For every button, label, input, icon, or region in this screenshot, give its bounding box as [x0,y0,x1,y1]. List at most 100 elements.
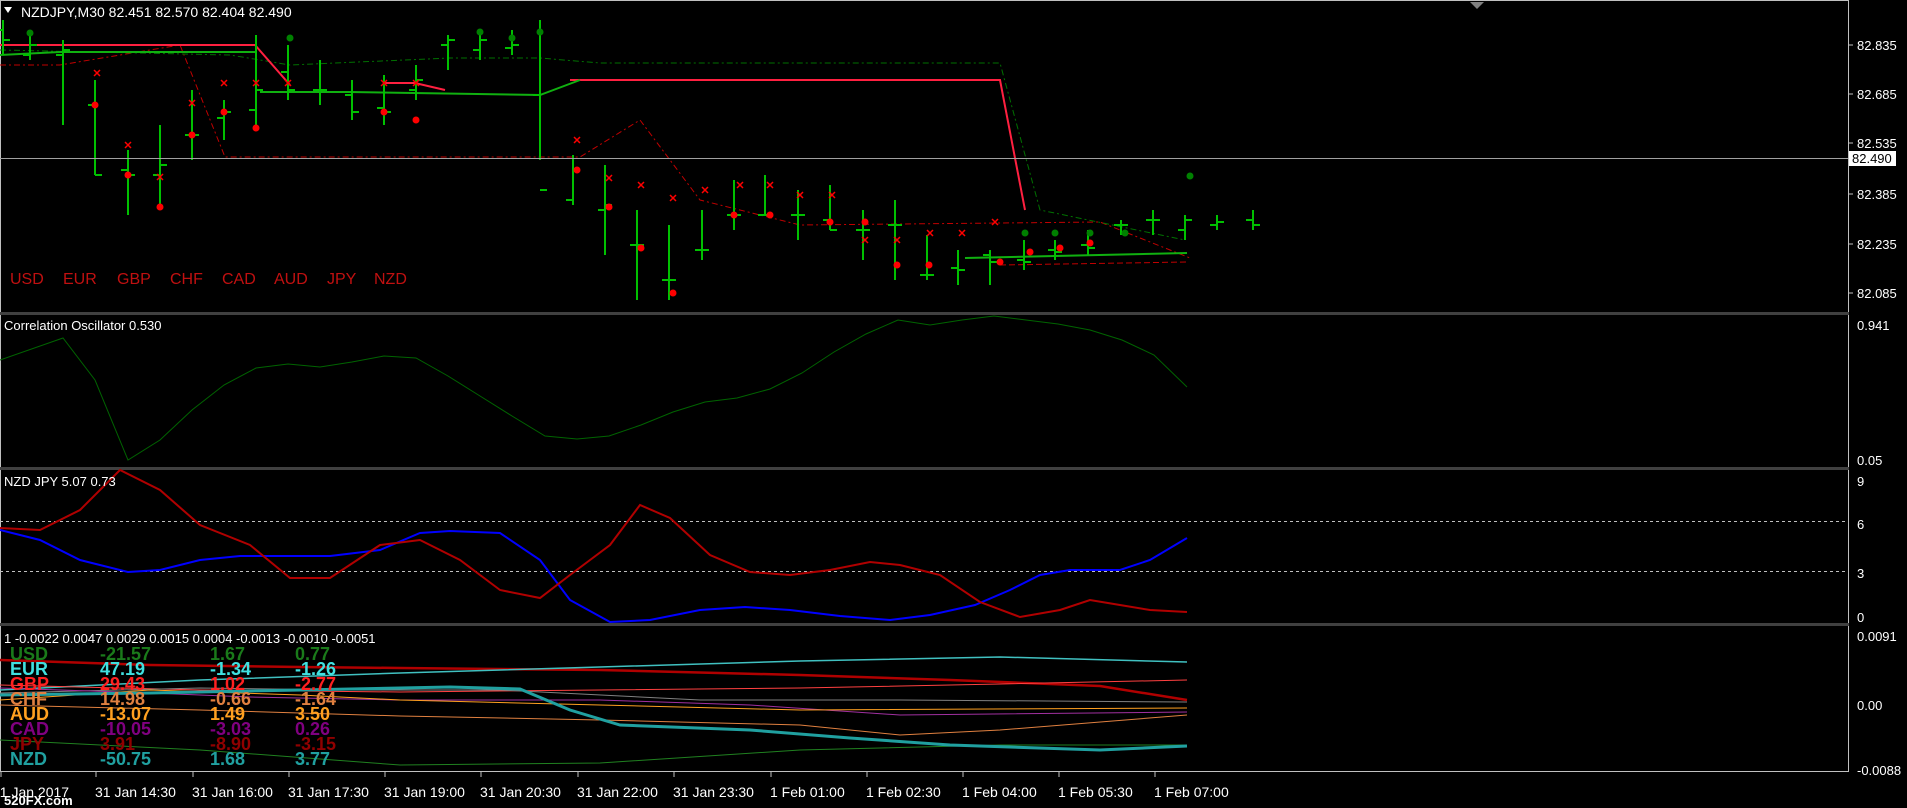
panel-splitter[interactable] [0,467,1849,470]
currency-label: GBP [117,271,151,288]
trading-chart[interactable]: NZDJPY,M30 82.451 82.570 82.404 82.490 U… [0,0,1907,808]
oscillator-title: Correlation Oscillator 0.530 [4,318,162,333]
price-bar [1210,215,1224,230]
price-bar [630,210,644,300]
correlation-tick-label: 0.00 [1857,698,1882,713]
red-envelope [0,44,1191,260]
oscillator-tick-label: 0.05 [1857,453,1882,468]
buy-marker [536,28,544,36]
currency-label: AUD [274,271,308,288]
correlation-oscillator-panel[interactable]: Correlation Oscillator 0.530 [0,315,1188,461]
green-signal [260,79,581,97]
correlation-line [0,704,1188,736]
buy-marker [26,29,34,37]
correlation-line [0,739,1187,766]
time-label: 31 Jan 23:30 [673,784,754,800]
cross-marker [93,69,101,77]
buy-marker [508,34,516,42]
sell-marker [412,116,420,124]
panel-splitter[interactable] [0,623,1849,626]
sell-marker [156,203,164,211]
chart-header: NZDJPY,M30 82.451 82.570 82.404 82.490 [21,4,292,20]
time-axis[interactable]: 31 Jan 201731 Jan 14:3031 Jan 16:0031 Ja… [0,772,1229,800]
price-tick-label: 82.535 [1857,136,1897,151]
panel-splitter[interactable] [0,312,1849,315]
currency-value: 3.77 [295,749,330,769]
currency-label: NZD [374,271,407,288]
price-bar [951,250,965,285]
scroll-marker-icon[interactable] [1470,2,1484,9]
strength-tick-label: 9 [1857,474,1864,489]
price-bar [505,30,519,55]
sell-marker [380,108,388,116]
price-bar [185,90,199,160]
sell-marker [861,218,869,226]
price-bar [1178,215,1192,240]
envelope-lines [0,44,1191,260]
chart-menu-arrow-icon[interactable] [4,7,12,13]
green-signal [964,252,1188,259]
cross-marker [573,136,581,144]
strength-title: NZD JPY 5.07 0.73 [4,474,116,489]
price-bar [345,80,359,120]
sell-marker [220,108,228,116]
price-bar [441,35,455,70]
price-tick-label: 82.685 [1857,87,1897,102]
price-bar [888,200,902,280]
oscillator-line [0,315,1188,461]
currency-label: JPY [327,271,357,288]
sell-marker [573,166,581,174]
price-bar [88,80,102,176]
price-bar [23,35,37,60]
price-bar [856,210,870,260]
green-envelope [0,49,1186,241]
strength-tick-label: 6 [1857,517,1864,532]
strength-scale: 9 6 3 0 [1857,474,1864,625]
sell-marker [188,131,196,139]
buy-marker [1021,229,1029,237]
jpy-strength-line [0,468,1188,619]
sell-marker [925,261,933,269]
currency-label: CAD [222,271,256,288]
current-price-label: 82.490 [1852,151,1892,166]
price-scale[interactable]: 82.835 82.685 82.535 82.385 82.235 82.085 [1849,38,1897,301]
sell-marker [826,218,834,226]
price-chart-panel[interactable]: NZDJPY,M30 82.451 82.570 82.404 82.490 U… [0,2,1848,300]
correlation-tick-label: 0.0091 [1857,629,1897,644]
price-bars [0,20,1260,300]
currency-strength-panel[interactable]: NZD JPY 5.07 0.73 [0,468,1848,624]
cross-marker [605,174,613,182]
cross-marker [669,194,677,202]
price-bar [662,225,676,300]
time-label: 31 Jan 17:30 [288,784,369,800]
price-bar [153,125,167,210]
cross-marker [991,218,999,226]
time-label: 1 Feb 07:00 [1154,784,1229,800]
price-bar [983,250,997,285]
cross-marker [124,141,132,149]
correlation-line [0,685,1188,752]
time-label: 31 Jan 14:30 [95,784,176,800]
current-price-tag: 82.490 [1849,151,1896,166]
price-bar [1146,210,1160,235]
panel-frames [0,0,1849,772]
price-tick-label: 82.835 [1857,38,1897,53]
sell-marker [1026,248,1034,256]
currency-label: CHF [170,271,203,288]
cross-marker [220,79,228,87]
time-label: 31 Jan 20:30 [480,784,561,800]
buy-marker [286,34,294,42]
time-label: 1 Feb 01:00 [770,784,845,800]
time-label: 31 Jan 22:00 [577,784,658,800]
price-bar [1246,210,1260,230]
currency-correlation-panel[interactable]: 1 -0.0022 0.0047 0.0029 0.0015 0.0004 -0… [0,631,1188,769]
correlation-lines [0,656,1188,766]
cross-marker [766,181,774,189]
buy-marker [1051,229,1059,237]
buy-marker [1186,172,1194,180]
correlation-line [0,656,1188,691]
nzd-strength-line [0,529,1188,624]
cross-marker [926,229,934,237]
sell-marker [669,289,677,297]
price-tick-label: 82.235 [1857,237,1897,252]
